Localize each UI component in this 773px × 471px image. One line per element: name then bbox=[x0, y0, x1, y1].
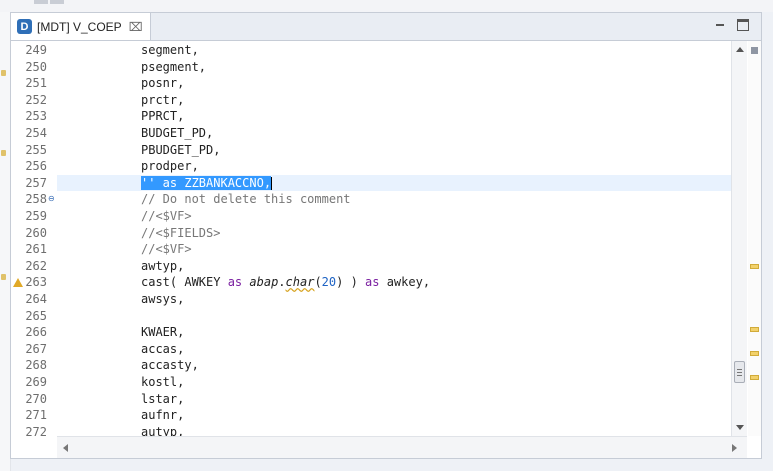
code-line[interactable]: autyp, bbox=[141, 424, 184, 436]
tab-bar: D [MDT] V_COEP ⌧ bbox=[11, 13, 761, 41]
code-line[interactable]: //<$VF> bbox=[141, 241, 192, 258]
code-line[interactable]: accasty, bbox=[141, 357, 199, 374]
line-number: 266 bbox=[25, 325, 47, 340]
warning-icon[interactable] bbox=[13, 278, 23, 288]
toolbar-nub bbox=[50, 0, 64, 4]
horizontal-scrollbar[interactable] bbox=[57, 436, 747, 458]
d-file-icon: D bbox=[17, 19, 32, 34]
minimize-icon[interactable] bbox=[714, 19, 726, 31]
line-number: 265 bbox=[25, 308, 47, 323]
line-number: 252 bbox=[25, 92, 47, 107]
line-number: 260 bbox=[25, 225, 47, 240]
code-line[interactable]: segment, bbox=[141, 42, 199, 59]
code-editor[interactable]: segment, psegment, posnr, prctr, PPRCT, BUDGE… bbox=[57, 41, 731, 436]
left-marker bbox=[1, 274, 6, 280]
line-number: 251 bbox=[25, 76, 47, 91]
line-number: 261 bbox=[25, 242, 47, 257]
overview-warning-marker[interactable] bbox=[750, 351, 759, 356]
keyword-token: as bbox=[227, 275, 243, 290]
code-line[interactable]: lstar, bbox=[141, 391, 184, 408]
vertical-scrollbar[interactable] bbox=[731, 41, 747, 436]
line-number: 270 bbox=[25, 391, 47, 406]
line-number: 253 bbox=[25, 109, 47, 124]
scroll-down-icon[interactable] bbox=[736, 425, 744, 430]
code-line[interactable]: prctr, bbox=[141, 92, 184, 109]
line-number-gutter: 249 250 251 252 253 254 255 256 257 258 ⊖ 259 260 261… bbox=[11, 41, 57, 439]
scroll-right-icon[interactable] bbox=[732, 444, 737, 452]
code-line[interactable]: posnr, bbox=[141, 75, 184, 92]
line-number: 262 bbox=[25, 258, 47, 273]
overview-warning-marker[interactable] bbox=[750, 264, 759, 269]
line-number: 255 bbox=[25, 142, 47, 157]
line-number: 267 bbox=[25, 341, 47, 356]
code-line[interactable]: PPRCT, bbox=[141, 108, 184, 125]
code-line[interactable]: kostl, bbox=[141, 374, 184, 391]
line-number: 264 bbox=[25, 292, 47, 306]
line-number: 256 bbox=[25, 159, 47, 174]
left-marker bbox=[1, 150, 6, 156]
editor-panel: D [MDT] V_COEP ⌧ 249 250 251 252 253 254 255 25… bbox=[10, 12, 762, 459]
code-line[interactable]: BUDGET_PD, bbox=[141, 125, 213, 142]
code-line[interactable]: awtyp, bbox=[141, 258, 184, 275]
code-line[interactable]: prodper, bbox=[141, 158, 199, 175]
code-line[interactable]: psegment, bbox=[141, 59, 206, 76]
maximize-icon[interactable] bbox=[737, 19, 749, 31]
line-number: 272 bbox=[25, 424, 47, 439]
line-number: 250 bbox=[25, 59, 47, 74]
line-number: 269 bbox=[25, 375, 47, 389]
scroll-thumb[interactable] bbox=[734, 361, 745, 383]
line-number: 249 bbox=[25, 43, 47, 57]
scroll-left-icon[interactable] bbox=[63, 444, 68, 452]
code-line[interactable]: accas, bbox=[141, 341, 184, 358]
line-number: 254 bbox=[25, 126, 47, 140]
selected-text: '' as ZZBANKACCNO, bbox=[141, 175, 272, 190]
keyword-token: as bbox=[365, 275, 380, 290]
line-number: 259 bbox=[25, 209, 47, 223]
code-line[interactable]: //<$VF> bbox=[141, 208, 192, 225]
overview-status-icon bbox=[751, 47, 758, 54]
left-marker bbox=[1, 70, 6, 76]
toolbar-nub bbox=[34, 0, 48, 4]
type-token: char bbox=[285, 275, 315, 290]
text-cursor bbox=[271, 176, 273, 190]
code-line[interactable]: KWAER, bbox=[141, 324, 184, 341]
number-token: 20 bbox=[321, 275, 337, 290]
code-token: cast( AWKEY bbox=[141, 275, 228, 290]
code-token: ( bbox=[314, 275, 322, 290]
overview-warning-marker[interactable] bbox=[750, 375, 759, 380]
overview-warning-marker[interactable] bbox=[750, 327, 759, 332]
code-line[interactable]: PBUDGET_PD, bbox=[141, 142, 220, 159]
overview-ruler[interactable] bbox=[748, 41, 761, 436]
code-token: ) ) bbox=[336, 275, 366, 290]
line-number: 268 bbox=[25, 358, 47, 373]
line-number: 271 bbox=[25, 408, 47, 423]
code-line[interactable]: '' as ZZBANKACCNO, bbox=[141, 175, 273, 192]
scroll-up-icon[interactable] bbox=[736, 47, 744, 52]
type-token: abap bbox=[249, 275, 279, 290]
line-number: 258 bbox=[25, 192, 47, 207]
top-toolbar-strip bbox=[0, 0, 773, 12]
tab-title: [MDT] V_COEP bbox=[37, 19, 122, 34]
code-token: awkey, bbox=[379, 275, 431, 290]
code-token: . bbox=[278, 275, 286, 290]
code-line[interactable]: awsys, bbox=[141, 291, 184, 308]
code-line[interactable]: cast( AWKEY as abap.char(20) ) as awkey, bbox=[141, 274, 430, 291]
code-line[interactable]: aufnr, bbox=[141, 407, 184, 424]
fold-icon[interactable]: ⊖ bbox=[48, 191, 55, 208]
close-icon[interactable]: ⌧ bbox=[129, 20, 143, 34]
code-line[interactable]: // Do not delete this comment bbox=[141, 191, 351, 208]
code-line[interactable]: //<$FIELDS> bbox=[141, 225, 220, 242]
tab-v-coep[interactable]: D [MDT] V_COEP ⌧ bbox=[11, 13, 151, 40]
line-number: 257 bbox=[25, 175, 47, 190]
